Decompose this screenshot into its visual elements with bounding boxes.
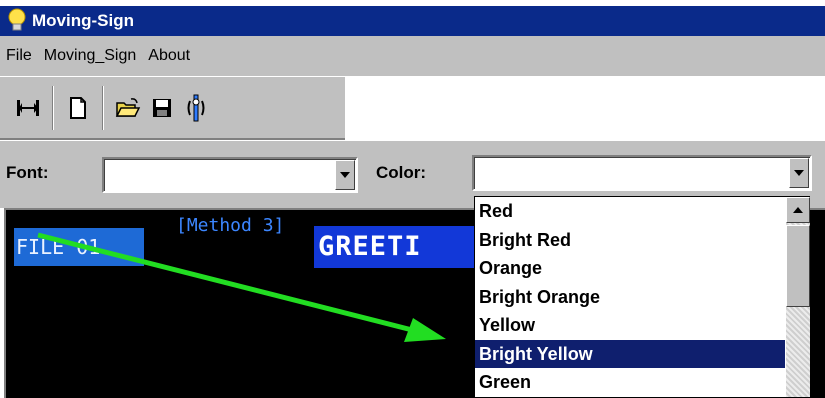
color-combobox[interactable] bbox=[472, 155, 812, 191]
chevron-down-icon[interactable] bbox=[789, 158, 809, 188]
chevron-up-icon[interactable] bbox=[786, 197, 810, 223]
toolbar-separator bbox=[102, 85, 104, 130]
chevron-down-icon[interactable] bbox=[335, 160, 355, 190]
toolbar-separator bbox=[52, 85, 54, 130]
color-label: Color: bbox=[376, 163, 427, 182]
font-label: Font: bbox=[6, 163, 49, 182]
menu-bar: File Moving_Sign About bbox=[0, 36, 825, 76]
color-option-yellow[interactable]: Yellow bbox=[475, 311, 785, 340]
color-option-bright-orange[interactable]: Bright Orange bbox=[475, 283, 785, 312]
sign-icon[interactable] bbox=[182, 93, 210, 123]
dropdown-scrollbar[interactable] bbox=[786, 197, 810, 397]
lightbulb-icon bbox=[6, 8, 28, 34]
menu-moving-sign[interactable]: Moving_Sign bbox=[44, 47, 137, 65]
new-file-icon[interactable] bbox=[64, 93, 92, 123]
resize-icon[interactable] bbox=[14, 93, 42, 123]
menu-about[interactable]: About bbox=[148, 47, 190, 65]
color-option-bright-red[interactable]: Bright Red bbox=[475, 226, 785, 255]
color-option-bright-yellow[interactable]: Bright Yellow bbox=[475, 339, 785, 368]
save-icon[interactable] bbox=[148, 93, 176, 123]
menu-file[interactable]: File bbox=[6, 47, 32, 65]
open-folder-icon[interactable] bbox=[114, 93, 142, 123]
window-title: Moving-Sign bbox=[32, 11, 134, 30]
color-options: Red Bright Red Orange Bright Orange Yell… bbox=[475, 197, 785, 397]
font-combobox[interactable] bbox=[102, 157, 358, 193]
scrollbar-thumb[interactable] bbox=[786, 225, 810, 307]
title-bar: Moving-Sign bbox=[0, 6, 825, 36]
color-dropdown-list: Red Bright Red Orange Bright Orange Yell… bbox=[474, 196, 810, 398]
toolbar-empty-area bbox=[345, 76, 825, 140]
color-option-green[interactable]: Green bbox=[475, 368, 785, 397]
color-option-orange[interactable]: Orange bbox=[475, 254, 785, 283]
toolbar bbox=[0, 76, 345, 140]
color-option-red[interactable]: Red bbox=[475, 197, 785, 226]
file-label: FILE 01 bbox=[14, 228, 144, 266]
method-label: [Method 3] bbox=[176, 215, 285, 236]
message-text: GREETI bbox=[314, 226, 476, 268]
app-window: Moving-Sign File Moving_Sign About Font:… bbox=[0, 0, 825, 398]
